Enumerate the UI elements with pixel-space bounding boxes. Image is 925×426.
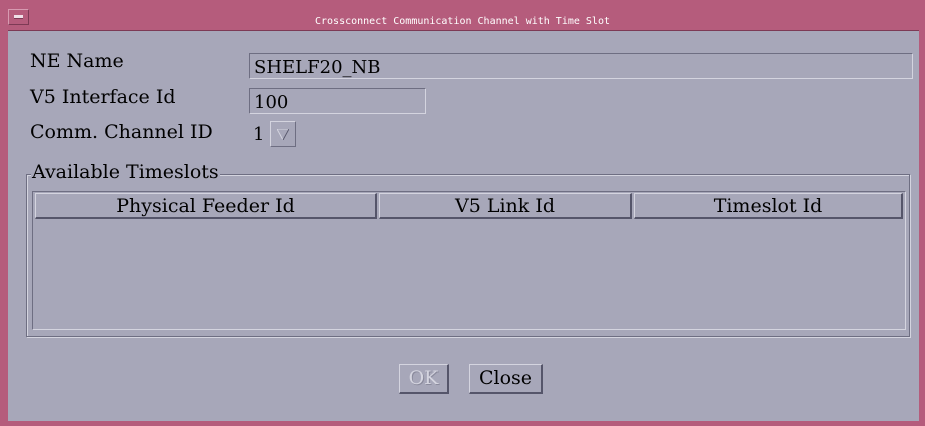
dialog-window: Crossconnect Communication Channel with … bbox=[0, 0, 925, 426]
close-button[interactable]: Close bbox=[469, 364, 543, 394]
comm-channel-value[interactable]: 1 bbox=[253, 124, 264, 145]
timeslots-table[interactable]: Physical Feeder Id V5 Link Id Timeslot I… bbox=[32, 191, 906, 330]
ne-name-label: NE Name bbox=[30, 50, 124, 72]
dialog-content: NE Name SHELF20_NB V5 Interface Id 100 C… bbox=[8, 31, 919, 421]
v5-interface-field[interactable]: 100 bbox=[249, 88, 426, 114]
comm-channel-dropdown[interactable] bbox=[270, 121, 296, 147]
ok-button[interactable]: OK bbox=[399, 364, 449, 394]
window-border-left[interactable] bbox=[0, 0, 8, 426]
column-header-v5-link[interactable]: V5 Link Id bbox=[379, 193, 632, 219]
window-title: Crossconnect Communication Channel with … bbox=[314, 16, 610, 27]
triangle-down-icon bbox=[277, 129, 289, 140]
v5-interface-label: V5 Interface Id bbox=[30, 86, 176, 108]
available-timeslots-title: Available Timeslots bbox=[31, 161, 220, 183]
title-bar[interactable]: Crossconnect Communication Channel with … bbox=[0, 0, 925, 31]
comm-channel-label: Comm. Channel ID bbox=[30, 121, 213, 143]
column-header-timeslot[interactable]: Timeslot Id bbox=[634, 193, 903, 219]
ne-name-field[interactable]: SHELF20_NB bbox=[249, 53, 913, 79]
window-border-bottom[interactable] bbox=[0, 421, 925, 426]
column-header-physical-feeder[interactable]: Physical Feeder Id bbox=[35, 193, 377, 219]
window-border-right[interactable] bbox=[919, 0, 925, 426]
